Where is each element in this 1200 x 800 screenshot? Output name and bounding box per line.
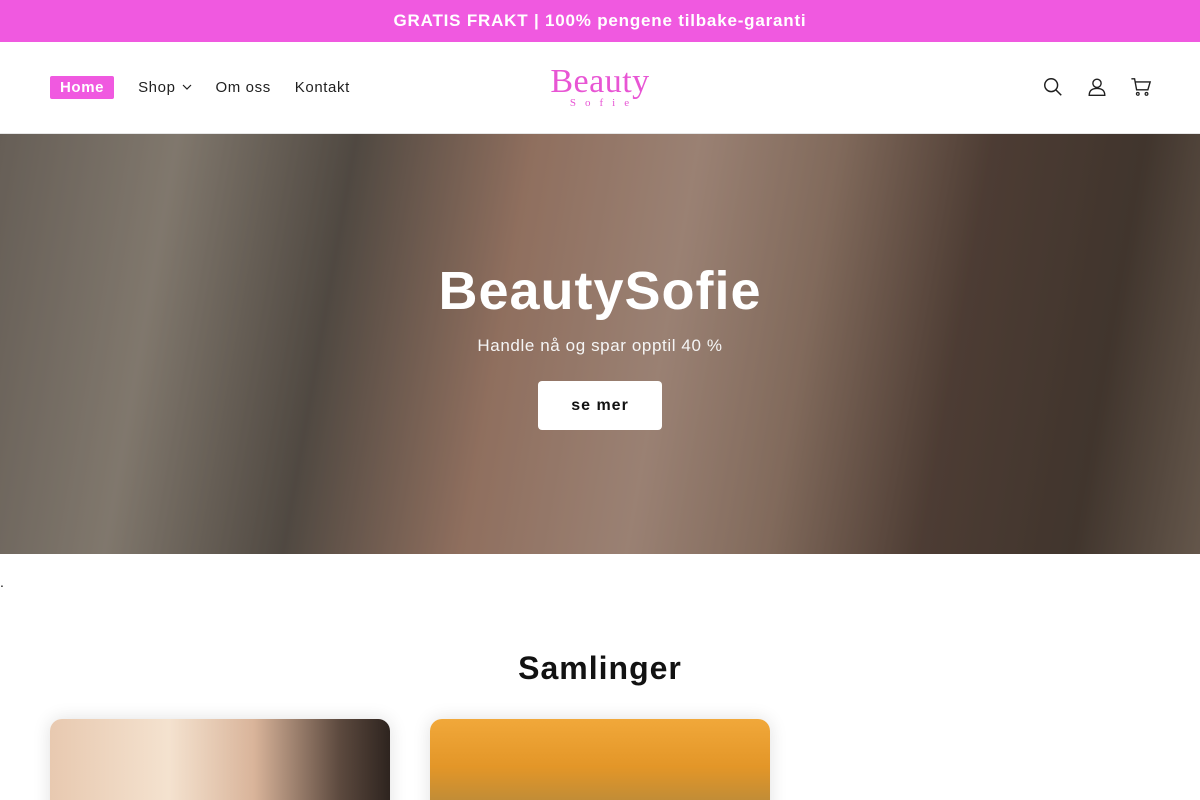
nav-item-om-oss[interactable]: Om oss (216, 79, 271, 96)
woman-sunlight-image (50, 719, 390, 800)
header-icons (1022, 74, 1154, 100)
stray-text: . (0, 574, 4, 590)
account-icon (1088, 78, 1106, 96)
announcement-text: GRATIS FRAKT | 100% pengene tilbake-gara… (393, 11, 807, 30)
nav-item-shop-label: Shop (138, 78, 176, 96)
hero-title: BeautySofie (438, 261, 762, 321)
collections-title: Samlinger (518, 650, 682, 686)
search-button[interactable] (1040, 74, 1066, 100)
account-button[interactable] (1084, 74, 1110, 100)
cart-button[interactable] (1128, 74, 1154, 100)
nav-item-shop[interactable]: Shop (138, 79, 191, 96)
collection-card[interactable] (430, 719, 770, 800)
hero-banner: BeautySofie Handle nå og spar opptil 40 … (0, 134, 1200, 554)
chevron-down-icon (182, 84, 191, 90)
se-mer-button[interactable]: se mer (538, 381, 662, 430)
logo-main-text: Beauty (550, 63, 650, 100)
nav-item-home[interactable]: Home (50, 75, 115, 99)
site-header: Home Shop Om oss Kontakt Beauty Sofie (0, 42, 1200, 134)
cart-icon (1131, 78, 1152, 96)
site-logo[interactable]: Beauty Sofie (535, 63, 665, 112)
main-nav: Home Shop Om oss Kontakt (50, 74, 374, 100)
golden-field-image (430, 719, 770, 800)
hero-subtitle: Handle nå og spar opptil 40 % (477, 336, 723, 355)
announcement-bar: GRATIS FRAKT | 100% pengene tilbake-gara… (0, 0, 1200, 42)
nav-item-kontakt[interactable]: Kontakt (295, 79, 350, 96)
collection-card[interactable] (50, 719, 390, 800)
search-icon (1044, 78, 1062, 96)
